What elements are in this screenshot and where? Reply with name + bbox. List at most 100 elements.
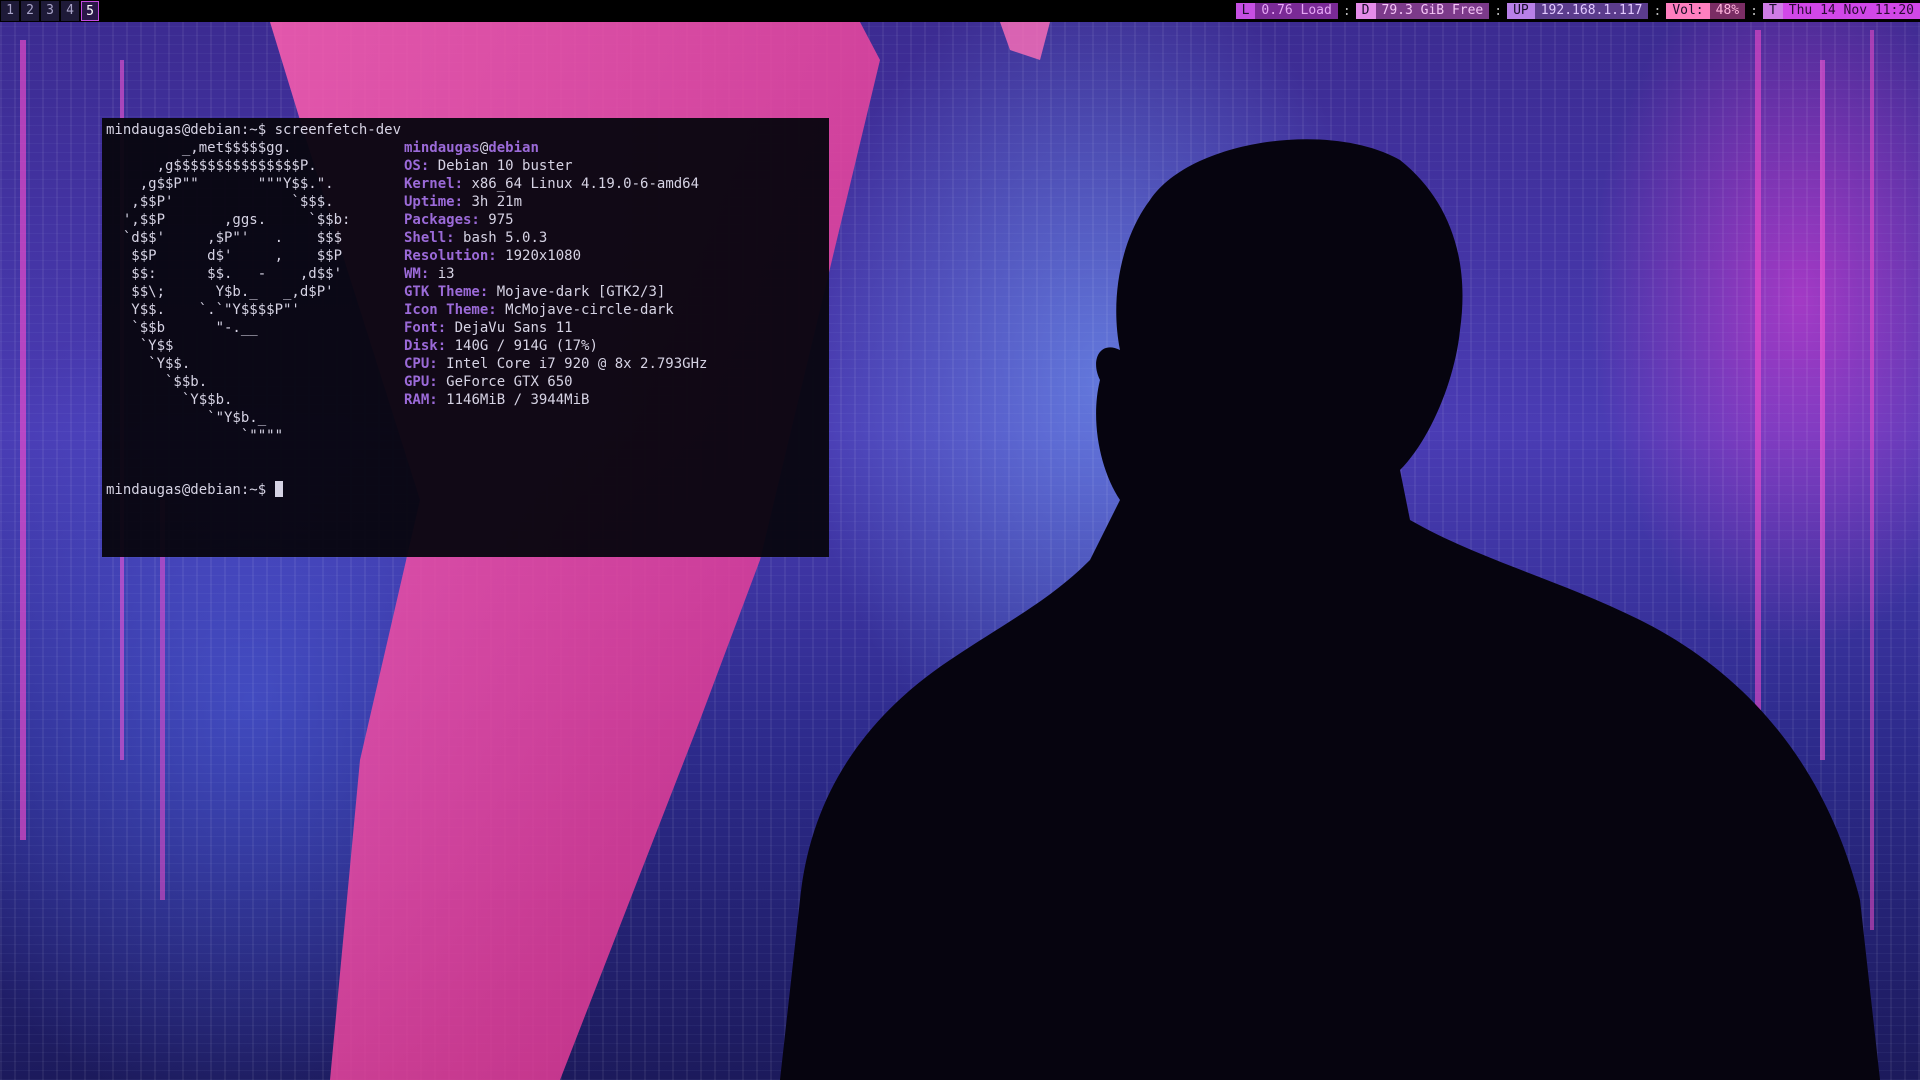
workspace-2[interactable]: 2	[21, 1, 39, 21]
workspace-4[interactable]: 4	[61, 1, 79, 21]
info-value: Mojave-dark [GTK2/3]	[496, 284, 666, 300]
info-key: OS:	[404, 158, 430, 174]
workspace-switcher: 12345	[0, 0, 100, 22]
load-value: 0.76 Load	[1255, 3, 1338, 19]
info-key: Resolution:	[404, 248, 497, 264]
command-line: mindaugas@debian:~$ screenfetch-dev	[106, 121, 401, 139]
logo-line: ,$$P' `$$$.	[106, 194, 334, 210]
info-key: GTK Theme:	[404, 284, 489, 300]
logo-line: $$: $$. - ,d$$'	[106, 266, 343, 282]
logo-line: `$$b "-.__	[106, 320, 258, 336]
info-row: Packages: 975	[404, 211, 707, 229]
logo-line: `""""	[106, 428, 284, 444]
status-separator: :	[1342, 3, 1351, 19]
man-silhouette	[780, 139, 1880, 1080]
disk-tag: D	[1355, 3, 1376, 19]
info-row: GTK Theme: Mojave-dark [GTK2/3]	[404, 283, 707, 301]
info-value: Debian 10 buster	[437, 158, 573, 174]
info-value: 1146MiB / 3944MiB	[446, 392, 590, 408]
info-row: Font: DejaVu Sans 11	[404, 319, 707, 337]
info-rows: OS: Debian 10 buster Kernel: x86_64 Linux…	[404, 157, 707, 409]
username: mindaugas	[404, 140, 480, 156]
info-key: Shell:	[404, 230, 455, 246]
hostname: debian	[488, 140, 539, 156]
terminal-content: mindaugas@debian:~$ screenfetch-dev _,me…	[106, 121, 707, 498]
info-key: GPU:	[404, 374, 438, 390]
debian-ascii-logo: _,met$$$$$gg. ,g$$$$$$$$$$$$$$$P. ,g$$P"…	[106, 139, 351, 445]
status-separator: :	[1750, 3, 1758, 19]
user-host: mindaugas@debian	[404, 139, 707, 157]
status-separator: :	[1653, 3, 1662, 19]
info-value: 1920x1080	[505, 248, 582, 264]
ip-value: 192.168.1.117	[1534, 3, 1649, 19]
logo-line: `$$b.	[106, 374, 208, 390]
info-row: Uptime: 3h 21m	[404, 193, 707, 211]
info-row: Resolution: 1920x1080	[404, 247, 707, 265]
info-row: OS: Debian 10 buster	[404, 157, 707, 175]
info-row: CPU: Intel Core i7 920 @ 8x 2.793GHz	[404, 355, 707, 373]
system-status: L 0.76 Load : D 79.3 GiB Free : UP 192.168.…	[1235, 0, 1920, 22]
neon-stripe	[1820, 60, 1825, 760]
info-value: GeForce GTX 650	[446, 374, 573, 390]
time-tag: T	[1762, 3, 1783, 19]
workspace-5[interactable]: 5	[81, 1, 99, 21]
info-value: bash 5.0.3	[463, 230, 548, 246]
volume-tag: Vol:	[1666, 3, 1710, 19]
info-key: Kernel:	[404, 176, 464, 192]
info-row: Disk: 140G / 914G (17%)	[404, 337, 707, 355]
workspace-1[interactable]: 1	[1, 1, 19, 21]
prompt: mindaugas@debian:~$	[106, 122, 275, 138]
logo-line: ,g$$$$$$$$$$$$$$$P.	[106, 158, 317, 174]
info-key: Packages:	[404, 212, 480, 228]
active-prompt[interactable]: mindaugas@debian:~$	[106, 481, 283, 499]
logo-line: ',$$P ,ggs. `$$b:	[106, 212, 351, 228]
info-row: Kernel: x86_64 Linux 4.19.0-6-amd64	[404, 175, 707, 193]
logo-line: `d$$' ,$P"' . $$$	[106, 230, 343, 246]
prompt: mindaugas@debian:~$	[106, 482, 275, 498]
logo-line: `Y$$	[106, 338, 174, 354]
top-status-bar: 12345 L 0.76 Load : D 79.3 GiB Free : UP 19…	[0, 0, 1920, 22]
workspace-3[interactable]: 3	[41, 1, 59, 21]
info-key: Disk:	[404, 338, 447, 354]
info-value: DejaVu Sans 11	[454, 320, 573, 336]
info-row: Shell: bash 5.0.3	[404, 229, 707, 247]
status-separator: :	[1494, 3, 1503, 19]
pink-figure-hand	[1000, 22, 1050, 60]
info-key: Uptime:	[404, 194, 464, 210]
neon-stripe	[1870, 30, 1874, 930]
info-row: RAM: 1146MiB / 3944MiB	[404, 391, 707, 409]
info-value: x86_64 Linux 4.19.0-6-amd64	[471, 176, 700, 192]
info-key: Font:	[404, 320, 447, 336]
info-key: CPU:	[404, 356, 438, 372]
logo-line: _,met$$$$$gg.	[106, 140, 292, 156]
info-key: Icon Theme:	[404, 302, 497, 318]
info-value: 140G / 914G (17%)	[454, 338, 598, 354]
terminal-window[interactable]: mindaugas@debian:~$ screenfetch-dev _,me…	[102, 118, 829, 557]
info-value: McMojave-circle-dark	[505, 302, 674, 318]
command: screenfetch-dev	[274, 122, 402, 138]
info-row: Icon Theme: McMojave-circle-dark	[404, 301, 707, 319]
logo-line: `Y$$b.	[106, 392, 233, 408]
text-cursor	[274, 481, 283, 497]
ip-tag: UP	[1507, 3, 1535, 19]
info-value: 975	[488, 212, 514, 228]
load-tag: L	[1235, 3, 1256, 19]
logo-line: Y$$. `.`"Y$$$$P"'	[106, 302, 300, 318]
info-row: GPU: GeForce GTX 650	[404, 373, 707, 391]
clock: Thu 14 Nov 11:20	[1782, 3, 1920, 19]
neon-stripe	[20, 40, 26, 840]
disk-value: 79.3 GiB Free	[1375, 3, 1490, 19]
info-row: WM: i3	[404, 265, 707, 283]
info-key: RAM:	[404, 392, 438, 408]
system-info: mindaugas@debian OS: Debian 10 buster Ker…	[404, 139, 707, 409]
logo-line: $$\; Y$b._ _,d$P'	[106, 284, 334, 300]
info-key: WM:	[404, 266, 430, 282]
logo-line: $$P d$' , $$P	[106, 248, 343, 264]
info-value: i3	[437, 266, 455, 282]
volume-value[interactable]: 48%	[1709, 3, 1746, 19]
info-value: Intel Core i7 920 @ 8x 2.793GHz	[446, 356, 708, 372]
info-value: 3h 21m	[471, 194, 523, 210]
logo-line: `"Y$b._	[106, 410, 267, 426]
logo-line: `Y$$.	[106, 356, 191, 372]
logo-line: ,g$$P"" """Y$$.".	[106, 176, 334, 192]
